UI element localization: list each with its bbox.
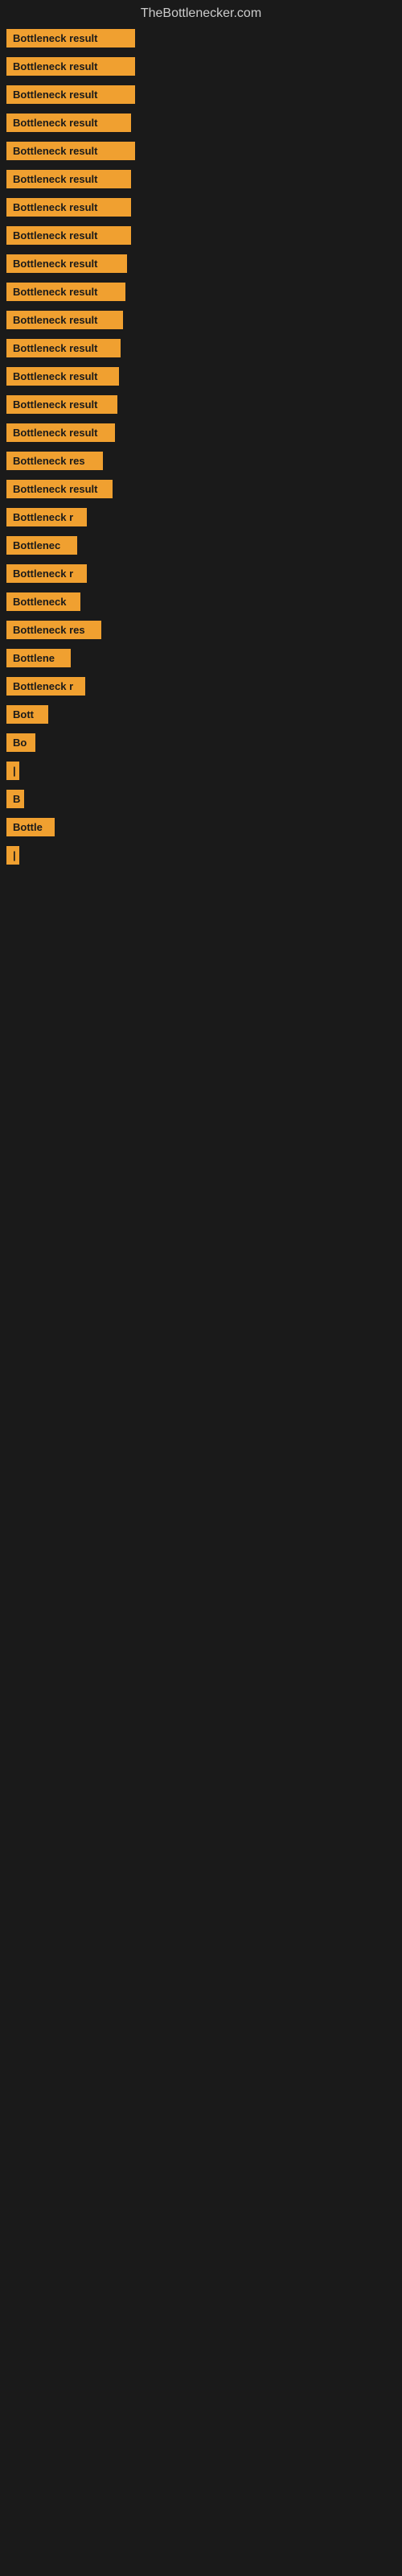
bottleneck-badge: Bottleneck result (6, 283, 125, 301)
site-header: TheBottlenecker.com (0, 0, 402, 24)
bottleneck-badge: Bottleneck r (6, 508, 87, 526)
bottleneck-badge: | (6, 846, 19, 865)
bottleneck-badge: Bottleneck result (6, 480, 113, 498)
bottleneck-badge: Bottleneck result (6, 29, 135, 47)
list-item: Bottlenec (3, 531, 399, 559)
bottleneck-badge: Bottleneck result (6, 198, 131, 217)
bottleneck-badge: Bottleneck result (6, 85, 135, 104)
bottleneck-badge: Bottleneck (6, 592, 80, 611)
list-item: Bottleneck result (3, 80, 399, 109)
bottleneck-badge: Bottleneck result (6, 114, 131, 132)
list-item: Bottleneck result (3, 137, 399, 165)
list-item: Bottleneck result (3, 390, 399, 419)
bottleneck-badge: Bottleneck result (6, 254, 127, 273)
list-item: Bottlene (3, 644, 399, 672)
bottleneck-badge: Bottleneck res (6, 452, 103, 470)
list-item: Bottleneck result (3, 24, 399, 52)
bottleneck-badge: Bottlenec (6, 536, 77, 555)
list-item: Bo (3, 729, 399, 757)
bottleneck-badge: B (6, 790, 24, 808)
list-item: Bottleneck result (3, 419, 399, 447)
list-item: Bottleneck result (3, 221, 399, 250)
list-item: B (3, 785, 399, 813)
bottleneck-badge: | (6, 762, 19, 780)
bottleneck-badge: Bottleneck result (6, 367, 119, 386)
list-item: Bottleneck result (3, 278, 399, 306)
bottleneck-badge: Bottle (6, 818, 55, 836)
list-item: Bottleneck result (3, 334, 399, 362)
bottleneck-badge: Bottleneck result (6, 226, 131, 245)
site-title: TheBottlenecker.com (0, 0, 402, 24)
bottleneck-badge: Bottleneck result (6, 170, 131, 188)
list-item: Bottleneck r (3, 672, 399, 700)
list-item: | (3, 841, 399, 869)
bottleneck-list: Bottleneck result Bottleneck result Bottle… (0, 24, 402, 869)
bottleneck-badge: Bottleneck result (6, 57, 135, 76)
list-item: Bottleneck (3, 588, 399, 616)
bottleneck-badge: Bottleneck result (6, 339, 121, 357)
list-item: Bott (3, 700, 399, 729)
list-item: Bottle (3, 813, 399, 841)
bottleneck-badge: Bott (6, 705, 48, 724)
bottleneck-badge: Bottleneck result (6, 142, 135, 160)
bottleneck-badge: Bottleneck r (6, 677, 85, 696)
bottleneck-badge: Bottleneck result (6, 311, 123, 329)
list-item: Bottleneck result (3, 52, 399, 80)
list-item: Bottleneck r (3, 559, 399, 588)
bottleneck-badge: Bottleneck r (6, 564, 87, 583)
bottleneck-badge: Bo (6, 733, 35, 752)
list-item: Bottleneck result (3, 475, 399, 503)
list-item: Bottleneck result (3, 362, 399, 390)
bottleneck-badge: Bottleneck res (6, 621, 101, 639)
list-item: Bottleneck r (3, 503, 399, 531)
bottleneck-badge: Bottleneck result (6, 423, 115, 442)
list-item: Bottleneck res (3, 447, 399, 475)
list-item: Bottleneck result (3, 306, 399, 334)
bottleneck-badge: Bottlene (6, 649, 71, 667)
list-item: Bottleneck result (3, 193, 399, 221)
list-item: Bottleneck result (3, 250, 399, 278)
bottleneck-badge: Bottleneck result (6, 395, 117, 414)
list-item: Bottleneck result (3, 165, 399, 193)
list-item: | (3, 757, 399, 785)
list-item: Bottleneck result (3, 109, 399, 137)
list-item: Bottleneck res (3, 616, 399, 644)
